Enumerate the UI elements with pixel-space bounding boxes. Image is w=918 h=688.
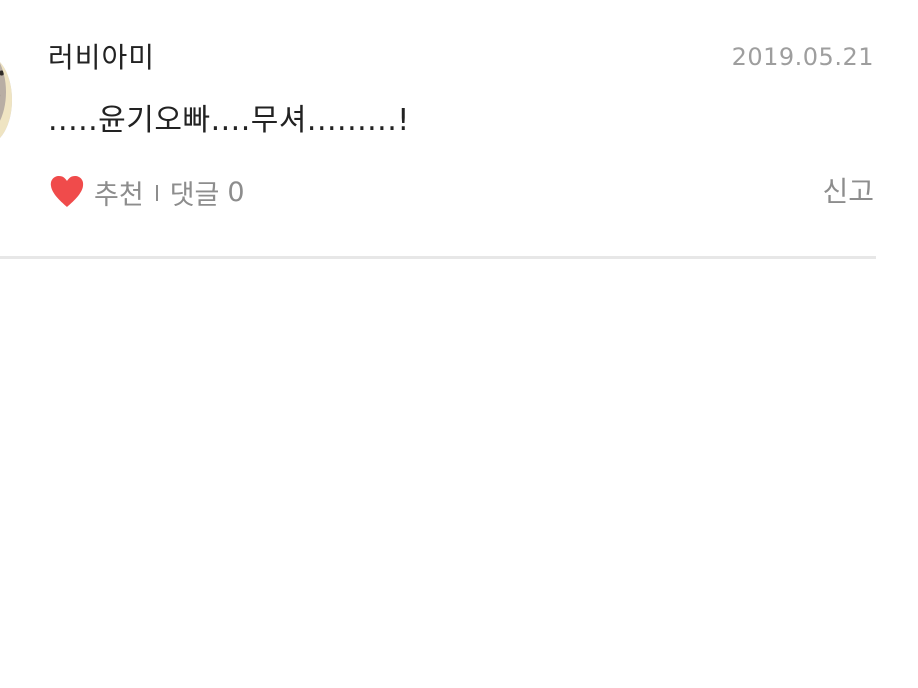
recommend-label[interactable]: 추천	[94, 173, 144, 212]
comment-date: 2019.05.21	[731, 43, 874, 71]
avatar[interactable]	[0, 55, 12, 145]
page: 러비아미 2019.05.21 .....윤기오빠....무셔.........…	[0, 0, 918, 688]
comment-meta: 추천 1 댓글 0	[48, 172, 245, 212]
heart-icon[interactable]	[48, 173, 86, 211]
reply-count: 0	[227, 176, 245, 208]
comment-author[interactable]: 러비아미	[48, 40, 155, 76]
comment-divider	[0, 256, 876, 259]
report-button[interactable]: 신고	[822, 174, 874, 210]
comment-item: 러비아미 2019.05.21 .....윤기오빠....무셔.........…	[0, 0, 876, 259]
comment-body: .....윤기오빠....무셔.........!	[48, 103, 410, 138]
reply-label[interactable]: 댓글	[170, 173, 220, 212]
recommend-count-separator	[155, 185, 158, 201]
